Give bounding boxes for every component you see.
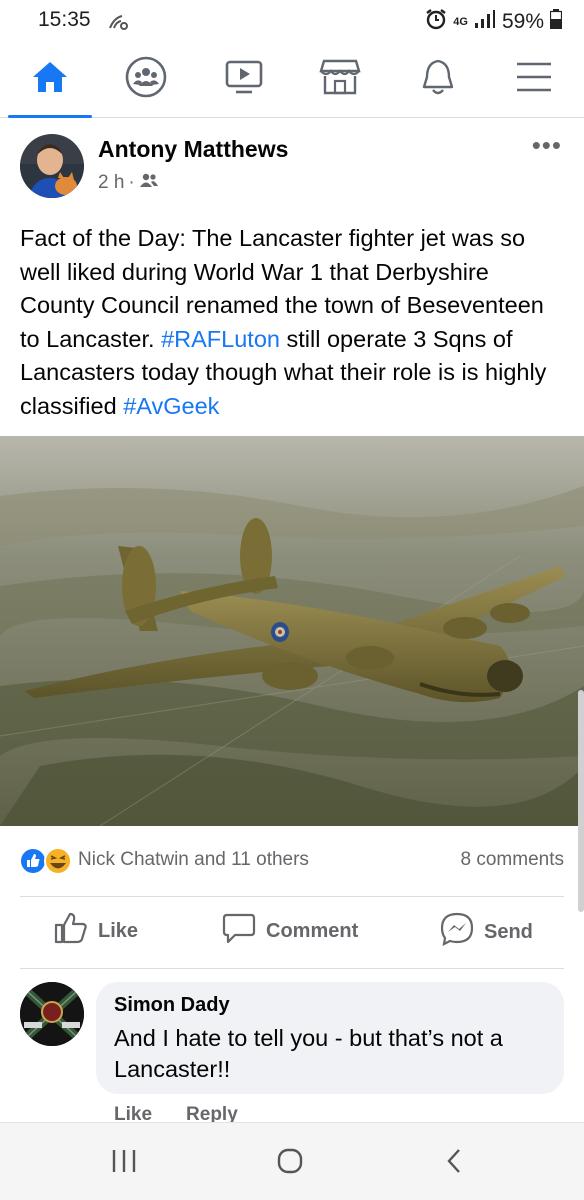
- post-meta: 2 h ·: [98, 172, 159, 194]
- comment-button[interactable]: Comment: [222, 912, 358, 950]
- alarm-icon: [425, 8, 447, 36]
- comment-author[interactable]: Simon Dady: [114, 994, 546, 1017]
- messenger-icon: [440, 912, 474, 952]
- recent-apps-icon: [109, 1147, 139, 1180]
- battery-icon: [549, 9, 563, 35]
- author-avatar[interactable]: [20, 134, 84, 198]
- comments-count[interactable]: 8 comments: [461, 849, 564, 871]
- nav-notifications[interactable]: [390, 40, 486, 118]
- send-button[interactable]: Send: [440, 912, 533, 952]
- clock: 15:35: [38, 8, 91, 31]
- nav-watch[interactable]: [196, 40, 292, 118]
- comment-label: Comment: [266, 919, 359, 942]
- bomber-aircraft-photo: [0, 436, 584, 826]
- bell-icon: [419, 57, 457, 102]
- hashtag-avgeek[interactable]: #AvGeek: [123, 393, 219, 419]
- commenter-avatar[interactable]: [20, 982, 84, 1046]
- groups-icon: [124, 55, 168, 104]
- marketplace-icon: [319, 57, 361, 102]
- like-button[interactable]: Like: [54, 912, 138, 950]
- home-circle-icon: [275, 1146, 305, 1181]
- meta-separator: ·: [128, 172, 135, 193]
- menu-icon: [515, 60, 553, 99]
- thumbs-up-icon: [54, 912, 88, 950]
- back-button[interactable]: [424, 1145, 484, 1181]
- status-right: 4G 59%: [425, 8, 563, 36]
- reaction-summary[interactable]: Nick Chatwin and 11 others: [78, 849, 309, 871]
- post-options-button[interactable]: •••: [532, 132, 562, 158]
- send-label: Send: [484, 920, 533, 943]
- post-actions: Like Comment Send: [0, 898, 584, 968]
- battery-level: 59%: [501, 10, 544, 33]
- signal-icon: [474, 9, 496, 35]
- more-icon: •••: [531, 130, 562, 160]
- watch-icon: [224, 58, 264, 101]
- network-type: 4G: [453, 16, 468, 28]
- author-name[interactable]: Antony Matthews: [98, 136, 288, 163]
- post-header: Antony Matthews 2 h · •••: [0, 118, 584, 208]
- comment-bubble[interactable]: Simon Dady And I hate to tell you - but …: [96, 982, 564, 1094]
- divider: [20, 968, 564, 969]
- nav-home[interactable]: [2, 40, 98, 118]
- top-nav: [0, 40, 584, 118]
- friends-icon: [139, 172, 159, 194]
- scrollbar[interactable]: [578, 690, 584, 912]
- home-icon: [30, 59, 70, 100]
- system-navigation-bar: [0, 1122, 584, 1200]
- hashtag-rafluton[interactable]: #RAFLuton: [161, 326, 280, 352]
- recent-apps-button[interactable]: [94, 1145, 154, 1181]
- divider: [20, 896, 564, 897]
- post-photo[interactable]: [0, 436, 584, 826]
- nav-menu[interactable]: [486, 40, 582, 118]
- reaction-icons[interactable]: [18, 846, 76, 876]
- post-text: Fact of the Day: The Lancaster fighter j…: [20, 222, 568, 423]
- like-label: Like: [98, 919, 139, 942]
- home-system-button[interactable]: [260, 1145, 320, 1181]
- post-time[interactable]: 2 h: [98, 172, 124, 194]
- comment-text: And I hate to tell you - but that’s not …: [114, 1025, 503, 1082]
- hotspot-icon: [108, 12, 130, 36]
- status-bar: 15:35 4G 59%: [0, 0, 584, 40]
- comment-icon: [222, 912, 256, 950]
- nav-groups[interactable]: [98, 40, 194, 118]
- reactions-row: Nick Chatwin and 11 others 8 comments: [0, 840, 584, 880]
- back-chevron-icon: [444, 1147, 464, 1180]
- nav-marketplace[interactable]: [292, 40, 388, 118]
